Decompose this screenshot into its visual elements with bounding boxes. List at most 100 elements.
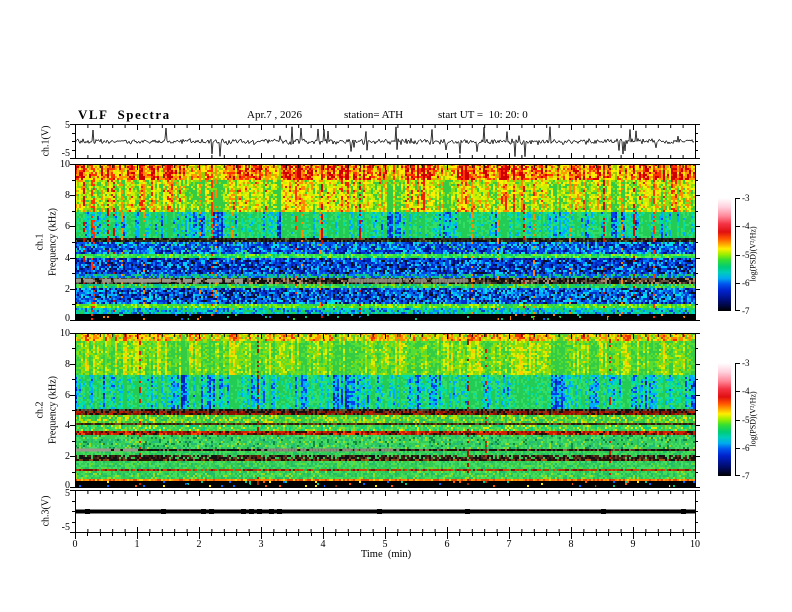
ch1-frequency-axis-label: Frequency (kHz) — [47, 207, 59, 277]
x-tick-label: 3 — [258, 539, 264, 550]
y-tick — [695, 288, 700, 290]
y-tick-minor — [72, 471, 75, 473]
y-tick — [695, 425, 700, 427]
x-tick-minor — [558, 533, 560, 536]
x-tick-minor — [347, 533, 349, 536]
y-tick-minor — [695, 141, 698, 142]
y-tick-minor — [695, 379, 698, 381]
freq-tick-label: 10 — [60, 328, 70, 339]
colorbar-tick-label: -5 — [742, 249, 750, 260]
x-tick-minor — [459, 533, 461, 536]
y-tick-minor — [72, 511, 75, 512]
x-tick-minor — [595, 533, 597, 536]
y-tick — [70, 124, 75, 125]
y-tick-minor — [695, 210, 698, 212]
x-tick-label: 10 — [690, 539, 700, 550]
colorbar-tick — [735, 282, 740, 284]
ch1-spectrogram-canvas — [75, 164, 696, 321]
y-tick-minor — [72, 273, 75, 275]
y-tick — [70, 320, 75, 321]
colorbar-tick — [735, 447, 740, 449]
y-tick-minor — [72, 179, 75, 181]
y-tick-minor — [695, 149, 698, 151]
y-tick-minor — [72, 379, 75, 381]
x-tick-minor — [434, 533, 436, 536]
freq-tick-label: 6 — [65, 221, 70, 233]
y-tick — [70, 487, 75, 488]
y-tick-minor — [72, 304, 75, 306]
colorbar-tick-label: -6 — [742, 277, 750, 288]
y-tick-minor — [695, 273, 698, 275]
ch2-spectrogram-canvas — [75, 333, 696, 488]
colorbar-tick-label: -7 — [742, 471, 750, 481]
y-tick — [695, 164, 700, 165]
y-tick-minor — [72, 149, 75, 151]
y-tick-minor — [695, 471, 698, 473]
station-label: station= ATH — [344, 109, 404, 121]
y-tick — [695, 333, 700, 334]
colorbar-tick — [735, 226, 740, 228]
voltage-tick-label: 5 — [65, 120, 70, 131]
freq-tick-label: 8 — [65, 190, 70, 202]
x-tick-label: 7 — [506, 539, 512, 550]
colorbar-tick — [735, 198, 740, 199]
colorbar-tick — [735, 310, 740, 311]
colorbar-tick-label: -4 — [742, 386, 750, 397]
x-tick-minor — [149, 533, 151, 536]
x-tick-minor — [471, 533, 473, 536]
x-tick-minor — [682, 533, 684, 536]
y-tick — [70, 333, 75, 334]
x-tick-minor — [298, 533, 300, 536]
freq-tick-label: 8 — [65, 358, 70, 370]
y-tick — [695, 490, 700, 491]
y-tick — [695, 320, 700, 321]
y-tick-minor — [72, 210, 75, 212]
x-tick-minor — [657, 533, 659, 536]
y-tick — [695, 363, 700, 365]
x-tick-minor — [248, 533, 250, 536]
x-tick-minor — [546, 533, 548, 536]
x-tick-minor — [273, 533, 275, 536]
x-tick-minor — [112, 533, 114, 536]
freq-tick-label: 4 — [65, 420, 70, 432]
y-tick-minor — [72, 132, 75, 134]
y-tick-minor — [695, 440, 698, 442]
y-tick-minor — [695, 410, 698, 411]
ch3-waveform-canvas — [75, 490, 696, 533]
x-tick-minor — [397, 533, 399, 536]
ch1-voltage-axis-label: ch.1(V) — [40, 125, 52, 157]
colorbar-tick-label: -3 — [742, 358, 750, 368]
y-tick — [695, 257, 700, 259]
freq-tick-label: 2 — [65, 283, 70, 295]
x-tick-minor — [124, 533, 126, 536]
x-tick-label: 8 — [568, 539, 574, 550]
y-tick-minor — [72, 500, 75, 502]
y-tick — [695, 394, 700, 396]
y-tick — [70, 490, 75, 491]
x-tick-minor — [620, 533, 622, 536]
ch3-voltage-axis-label: ch.3(V) — [40, 495, 52, 527]
colorbar-tick-label: -5 — [742, 414, 750, 425]
y-tick — [70, 456, 75, 458]
page-title: VLF Spectra — [78, 107, 171, 122]
y-tick-minor — [72, 141, 75, 142]
x-tick-minor — [608, 533, 610, 536]
x-tick-minor — [422, 533, 424, 536]
start-ut-label: start UT = 10: 20: 0 — [438, 109, 528, 121]
colorbar-tick-label: -6 — [742, 442, 750, 453]
y-tick-minor — [695, 348, 698, 350]
y-tick — [70, 425, 75, 427]
x-tick-minor — [521, 533, 523, 536]
colorbar-tick-label: -7 — [742, 306, 750, 316]
x-tick-minor — [533, 533, 535, 536]
colorbar-tick-label: -4 — [742, 221, 750, 232]
y-tick-minor — [695, 511, 698, 512]
colorbar1-gradient — [718, 198, 731, 311]
y-tick-minor — [72, 242, 75, 243]
x-tick-label: 1 — [134, 539, 140, 550]
colorbar-tick — [735, 419, 740, 421]
colorbar-tick — [735, 254, 740, 256]
y-tick — [695, 487, 700, 488]
x-tick-minor — [372, 533, 374, 536]
x-tick-label: 2 — [196, 539, 202, 550]
